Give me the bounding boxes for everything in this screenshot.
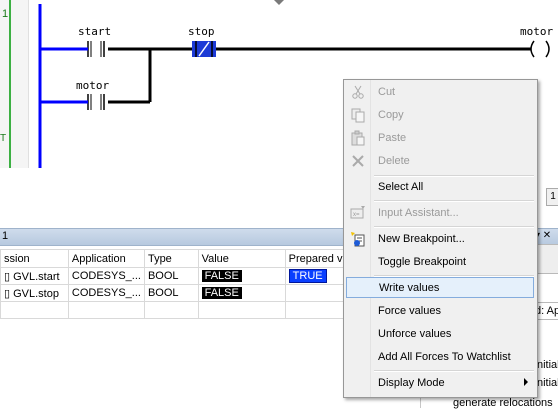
- menu-item-write-values[interactable]: Write values: [346, 277, 534, 298]
- column-header[interactable]: ssion: [0, 249, 69, 268]
- menu-item-label: Copy: [378, 109, 404, 121]
- menu-item-paste[interactable]: Paste: [346, 128, 534, 149]
- menu-item-label: Write values: [379, 282, 440, 294]
- menu-item-display-mode[interactable]: Display Mode: [346, 373, 534, 394]
- menu-item-copy[interactable]: Copy: [346, 105, 534, 126]
- column-header[interactable]: Application: [67, 249, 145, 268]
- application-cell: CODESYS_...: [67, 267, 145, 285]
- contact-label: stop: [188, 25, 215, 38]
- type-cell: BOOL: [143, 267, 199, 285]
- message-line: nitiali: [537, 377, 558, 389]
- menu-item-select-all[interactable]: Select All: [346, 177, 534, 198]
- scissors-icon: [352, 85, 364, 99]
- column-header[interactable]: Type: [143, 249, 199, 268]
- type-cell: BOOL: [143, 284, 199, 302]
- delete-icon: [352, 155, 364, 167]
- expression-cell: ▯ GVL.start: [0, 267, 69, 285]
- paste-icon: [351, 130, 365, 146]
- menu-item-input-assistant[interactable]: x= Input Assistant...: [346, 203, 534, 224]
- menu-item-add-all-forces[interactable]: Add All Forces To Watchlist: [346, 347, 534, 368]
- menu-item-label: Toggle Breakpoint: [378, 256, 467, 268]
- menu-item-label: Input Assistant...: [378, 207, 459, 219]
- expression-cell: ▯ GVL.stop: [0, 284, 69, 302]
- message-line: nitiali: [537, 359, 558, 371]
- new-breakpoint-icon: [351, 232, 365, 247]
- submenu-arrow-icon: [524, 378, 528, 386]
- expression-text: GVL.stop: [13, 287, 59, 300]
- menu-item-label: Cut: [378, 86, 396, 98]
- menu-separator: [374, 200, 534, 202]
- menu-item-label: Delete: [378, 155, 410, 167]
- menu-item-label: Force values: [378, 305, 441, 317]
- message-line: generate relocations: [453, 397, 553, 409]
- expression-text: GVL.start: [13, 270, 60, 283]
- context-menu: Cut Copy Paste Delete Select All x= Inpu…: [343, 79, 538, 398]
- menu-item-force-values[interactable]: Force values: [346, 301, 534, 322]
- menu-item-label: Display Mode: [378, 377, 445, 389]
- variable-icon: ▯: [4, 287, 14, 300]
- contact-start[interactable]: start: [78, 25, 111, 57]
- menu-item-label: Paste: [378, 132, 407, 144]
- menu-item-label: Add All Forces To Watchlist: [378, 351, 511, 363]
- menu-separator: [374, 226, 534, 228]
- copy-icon: [351, 108, 365, 123]
- menu-item-unforce-values[interactable]: Unforce values: [346, 324, 534, 345]
- coil-motor[interactable]: motor: [520, 25, 553, 58]
- input-assistant-icon: x=: [350, 206, 365, 219]
- menu-item-delete[interactable]: Delete: [346, 151, 534, 172]
- contact-stop[interactable]: stop: [188, 25, 216, 57]
- menu-item-label: Select All: [378, 181, 424, 193]
- menu-item-label: Unforce values: [378, 328, 452, 340]
- menu-item-cut[interactable]: Cut: [346, 82, 534, 103]
- menu-item-label: New Breakpoint...: [378, 233, 465, 245]
- contact-label: start: [78, 25, 111, 38]
- contact-motor[interactable]: motor: [76, 79, 109, 110]
- coil-label: motor: [520, 25, 553, 38]
- value-text: FALSE: [201, 270, 242, 282]
- menu-item-new-breakpoint[interactable]: New Breakpoint...: [346, 229, 534, 250]
- variable-icon: ▯: [4, 270, 14, 283]
- watch-title: 1: [2, 230, 9, 242]
- value-cell: FALSE: [197, 284, 286, 302]
- menu-item-toggle-breakpoint[interactable]: Toggle Breakpoint: [346, 252, 534, 273]
- contact-label: motor: [76, 79, 109, 92]
- svg-text:x=: x=: [353, 212, 360, 218]
- menu-separator: [374, 370, 534, 372]
- value-text: FALSE: [201, 287, 242, 299]
- column-header[interactable]: Value: [197, 249, 286, 268]
- value-cell: FALSE: [197, 267, 286, 285]
- application-cell: CODESYS_...: [67, 284, 145, 302]
- prepared-value[interactable]: TRUE: [288, 269, 327, 283]
- editor-scroll-indicator[interactable]: 1: [546, 188, 558, 206]
